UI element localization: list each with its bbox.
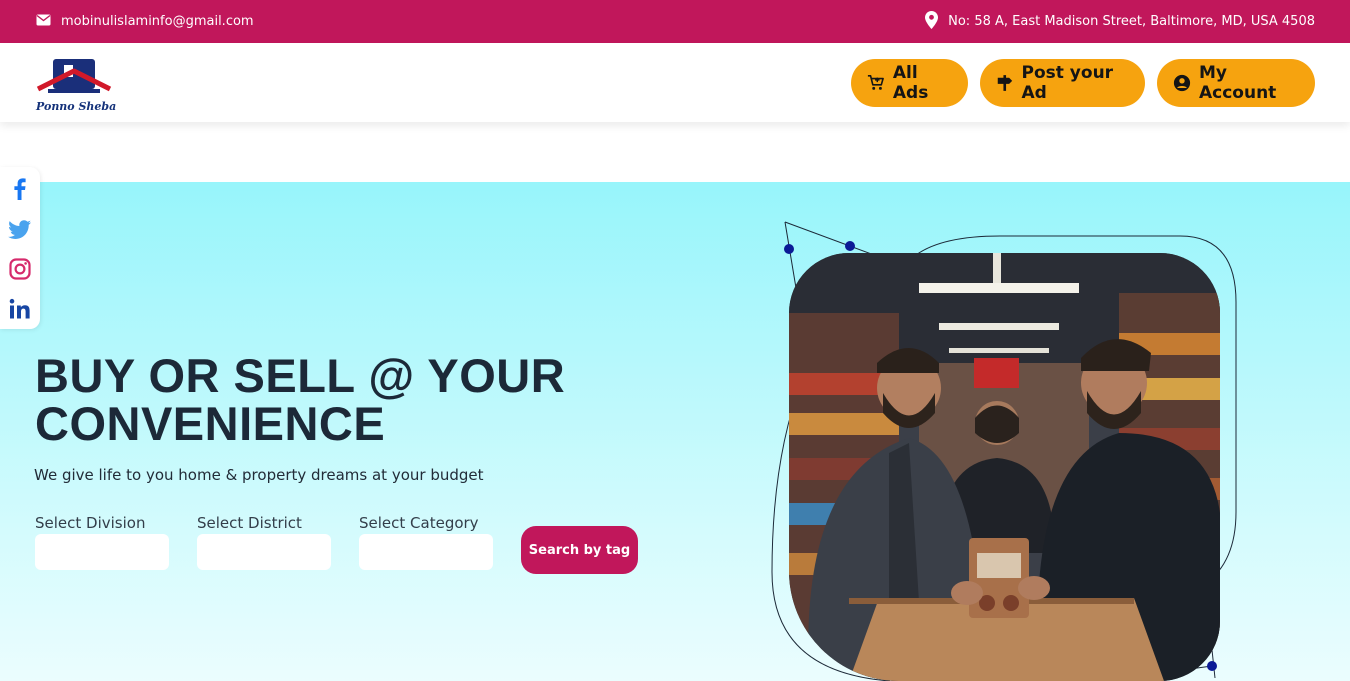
- search-by-tag-button[interactable]: Search by tag: [521, 526, 638, 574]
- twitter-icon[interactable]: [8, 217, 32, 241]
- cart-icon: [867, 75, 884, 90]
- post-ad-label: Post your Ad: [1021, 63, 1114, 103]
- district-select[interactable]: [197, 534, 331, 570]
- envelope-icon: [36, 14, 51, 30]
- hero-subtitle: We give life to you home & property drea…: [34, 466, 484, 484]
- email-text: mobinulislaminfo@gmail.com: [61, 14, 254, 29]
- logo-text: Ponno Sheba: [36, 100, 117, 113]
- category-select[interactable]: [359, 534, 493, 570]
- contact-email[interactable]: mobinulislaminfo@gmail.com: [36, 0, 254, 43]
- user-circle-icon: [1173, 74, 1191, 92]
- facebook-icon[interactable]: [8, 177, 32, 201]
- hero-image: [789, 253, 1220, 681]
- linkedin-icon[interactable]: [8, 297, 32, 321]
- category-label: Select Category: [359, 514, 479, 532]
- deco-dot: [1207, 661, 1217, 671]
- top-contact-bar: mobinulislaminfo@gmail.com No: 58 A, Eas…: [0, 0, 1350, 43]
- instagram-icon[interactable]: [8, 257, 32, 281]
- address-text: No: 58 A, East Madison Street, Baltimore…: [948, 14, 1315, 29]
- deco-dot: [845, 241, 855, 251]
- all-ads-label: All Ads: [892, 63, 929, 103]
- hero-headline-line1: BUY OR SELL @ YOUR: [35, 349, 566, 402]
- main-navbar: Ponno Sheba All Ads Post your Ad My Acco…: [0, 43, 1350, 122]
- hero-headline: BUY OR SELL @ YOUR CONVENIENCE: [35, 352, 565, 448]
- my-account-button[interactable]: My Account: [1157, 59, 1315, 107]
- signpost-icon: [997, 75, 1013, 91]
- hero-headline-line2: CONVENIENCE: [35, 397, 386, 450]
- division-label: Select Division: [35, 514, 146, 532]
- all-ads-button[interactable]: All Ads: [851, 59, 968, 107]
- district-label: Select District: [197, 514, 302, 532]
- deco-dot: [784, 244, 794, 254]
- site-logo[interactable]: Ponno Sheba: [34, 57, 118, 115]
- social-sidebar: [0, 167, 40, 329]
- my-account-label: My Account: [1198, 63, 1277, 103]
- post-ad-button[interactable]: Post your Ad: [980, 59, 1145, 107]
- division-select[interactable]: [35, 534, 169, 570]
- house-logo-icon: [36, 59, 112, 93]
- map-pin-icon: [925, 10, 939, 33]
- contact-address: No: 58 A, East Madison Street, Baltimore…: [925, 0, 1315, 43]
